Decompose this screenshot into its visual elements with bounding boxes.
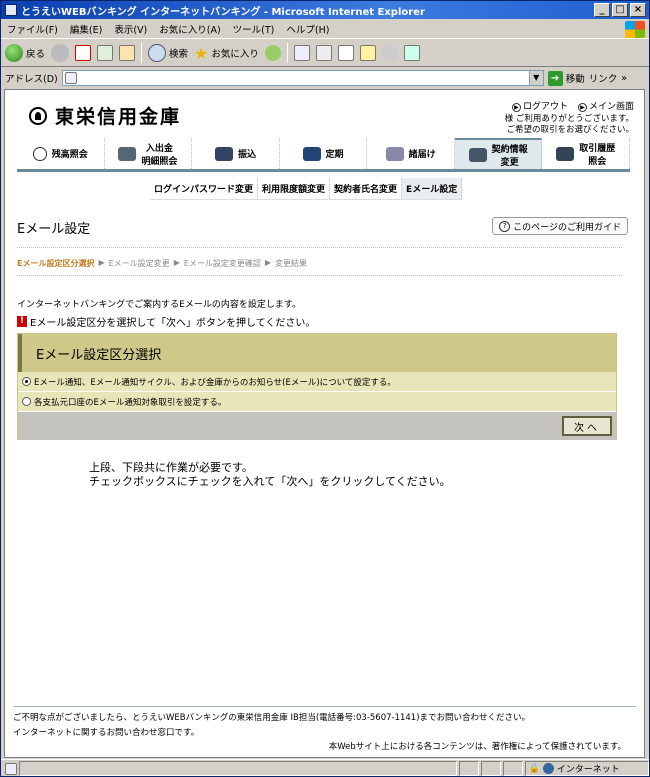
nav-statement[interactable]: 入出金 明細照会 bbox=[104, 138, 193, 169]
selection-panel: Eメール設定区分選択 Eメール通知、Eメール通知サイクル、および金庫からのお知ら… bbox=[17, 333, 617, 440]
menu-help[interactable]: ヘルプ(H) bbox=[286, 22, 329, 36]
footer-copyright: 本Webサイト上における各コンテンツは、著作権によって保護されています。 bbox=[328, 742, 626, 752]
subnav-email[interactable]: Eメール設定 bbox=[402, 178, 463, 199]
window-title: とうえいWEBバンキング インターネットバンキング - Microsoft In… bbox=[21, 6, 425, 18]
address-dropdown-icon[interactable]: ▼ bbox=[528, 71, 543, 85]
document-icon bbox=[385, 146, 404, 161]
stop-icon[interactable] bbox=[75, 45, 92, 61]
instruction: ! Eメール設定区分を選択して「次へ」ボタンを押してください。 bbox=[17, 314, 315, 329]
messenger-icon[interactable] bbox=[381, 45, 398, 61]
menu-view[interactable]: 表示(V) bbox=[114, 22, 147, 36]
guide-button[interactable]: ? このページのご利用ガイド bbox=[492, 217, 628, 235]
favorites-button[interactable]: ★ お気に入り bbox=[194, 44, 259, 63]
menu-favorites[interactable]: お気に入り(A) bbox=[159, 22, 220, 36]
globe-icon bbox=[542, 763, 554, 774]
back-button[interactable]: 戻る bbox=[5, 44, 45, 62]
menu-bar: ファイル(F) 編集(E) 表示(V) お気に入り(A) ツール(T) ヘルプ(… bbox=[1, 20, 649, 39]
windows-logo-icon bbox=[625, 21, 645, 38]
footer-contact: ご不明な点がございましたら、とうえいWEBバンキングの東栄信用金庫 IB担当(電… bbox=[13, 713, 531, 723]
subnav-limit[interactable]: 利用限度額変更 bbox=[258, 178, 331, 199]
status-bar: 🔒 インターネット bbox=[1, 759, 649, 777]
step-indicator: Eメール設定区分選択 ▶ Eメール設定変更 ▶ Eメール設定変更確認 ▶ 変更結果 bbox=[17, 258, 308, 268]
option-account[interactable]: 各支払元口座のEメール通知対象取引を設定する。 bbox=[18, 392, 616, 412]
edit-icon[interactable] bbox=[337, 45, 354, 61]
page-title: Eメール設定 bbox=[17, 222, 91, 237]
subnav-password[interactable]: ログインパスワード変更 bbox=[150, 178, 259, 199]
ie-icon bbox=[5, 4, 17, 16]
nav-transfer[interactable]: 振込 bbox=[192, 138, 280, 169]
fixed-deposit-icon bbox=[302, 146, 321, 161]
main-nav: 残高照会 入出金 明細照会 振込 定期 諸届け 契約情報 変更 取引履歴 照会 bbox=[17, 138, 631, 172]
maximize-button[interactable]: □ bbox=[612, 3, 628, 17]
home-icon[interactable] bbox=[119, 45, 136, 61]
minimize-button[interactable]: _ bbox=[594, 3, 610, 17]
people-icon[interactable] bbox=[403, 45, 420, 61]
browser-window: とうえいWEBバンキング インターネットバンキング - Microsoft In… bbox=[0, 0, 650, 777]
alert-icon: ! bbox=[17, 316, 27, 327]
back-arrow-icon bbox=[5, 44, 23, 62]
toolbar: 戻る 検索 ★ お気に入り bbox=[1, 40, 649, 67]
star-icon: ★ bbox=[194, 43, 209, 63]
help-icon: ? bbox=[499, 220, 511, 232]
transfer-arrows-icon bbox=[118, 146, 137, 161]
links-button[interactable]: リンク bbox=[589, 71, 618, 85]
forward-button[interactable] bbox=[51, 44, 70, 62]
search-icon bbox=[148, 44, 167, 62]
address-input[interactable]: ▼ bbox=[61, 70, 544, 86]
greeting: 様 ご利用ありがとうございます。 ご希望の取引をお選びください。 bbox=[504, 114, 634, 135]
print-icon[interactable] bbox=[315, 45, 332, 61]
bank-logo: 東栄信用金庫 bbox=[29, 102, 181, 129]
go-arrow-icon: ➔ bbox=[547, 70, 563, 86]
logout-link[interactable]: ▶ ログアウト bbox=[511, 99, 568, 112]
bank-emblem-icon bbox=[29, 106, 47, 125]
address-bar: アドレス(D) ▼ ➔ 移動 リンク » bbox=[1, 68, 649, 88]
arrow-circle-icon: ▶ bbox=[577, 103, 587, 112]
page-viewport: 東栄信用金庫 ▶ ログアウト ▶ メイン画面 様 ご利用ありがとうございます。 ご希… bbox=[4, 89, 645, 758]
panel-title: Eメール設定区分選択 bbox=[18, 334, 616, 372]
search-button[interactable]: 検索 bbox=[148, 44, 188, 62]
next-button[interactable]: 次へ bbox=[562, 416, 612, 436]
menu-edit[interactable]: 編集(E) bbox=[70, 22, 102, 36]
title-bar: とうえいWEBバンキング インターネットバンキング - Microsoft In… bbox=[1, 1, 649, 19]
history-icon[interactable] bbox=[264, 45, 281, 61]
radio-option-1[interactable] bbox=[22, 377, 31, 386]
footer-inquiry-link[interactable]: インターネットに関するお問い合わせ窓口です。 bbox=[13, 726, 199, 738]
menu-file[interactable]: ファイル(F) bbox=[7, 22, 58, 36]
chevron-right-icon[interactable]: » bbox=[621, 73, 627, 84]
zone-label: インターネット bbox=[556, 765, 620, 775]
nav-history[interactable]: 取引履歴 照会 bbox=[542, 138, 631, 169]
nav-deposit[interactable]: 定期 bbox=[279, 138, 368, 169]
go-button[interactable]: ➔ 移動 bbox=[547, 70, 585, 86]
main-screen-link[interactable]: ▶ メイン画面 bbox=[577, 99, 634, 112]
intro-text: インターネットバンキングでご案内するEメールの内容を設定します。 bbox=[17, 300, 301, 310]
lock-icon: 🔒 bbox=[528, 763, 540, 774]
annotation-note: 上段、下段共に作業が必要です。 チェックボックスにチェックを入れて「次へ」をクリ… bbox=[89, 461, 451, 488]
page-status-icon bbox=[5, 762, 17, 775]
yen-icon bbox=[32, 146, 47, 161]
note-icon[interactable] bbox=[359, 45, 376, 61]
close-button[interactable]: × bbox=[630, 3, 646, 17]
page-icon bbox=[64, 72, 77, 84]
forward-arrow-icon bbox=[51, 44, 70, 62]
list-icon bbox=[556, 146, 575, 161]
address-label: アドレス(D) bbox=[5, 74, 58, 85]
subnav-name[interactable]: 契約者氏名変更 bbox=[330, 178, 403, 199]
mail-icon[interactable] bbox=[293, 45, 310, 61]
nav-notification[interactable]: 諸届け bbox=[367, 138, 455, 169]
radio-option-2[interactable] bbox=[22, 397, 31, 406]
menu-tools[interactable]: ツール(T) bbox=[233, 22, 275, 36]
nav-balance[interactable]: 残高照会 bbox=[17, 138, 105, 169]
refresh-icon[interactable] bbox=[97, 45, 114, 61]
sub-nav: ログインパスワード変更 利用限度額変更 契約者氏名変更 Eメール設定 bbox=[150, 178, 463, 200]
option-notification[interactable]: Eメール通知、Eメール通知サイクル、および金庫からのお知らせ(Eメール)について… bbox=[18, 372, 616, 392]
money-icon bbox=[214, 146, 233, 161]
nav-contract[interactable]: 契約情報 変更 bbox=[454, 138, 543, 169]
arrow-circle-icon: ▶ bbox=[511, 103, 521, 112]
user-card-icon bbox=[468, 147, 487, 162]
